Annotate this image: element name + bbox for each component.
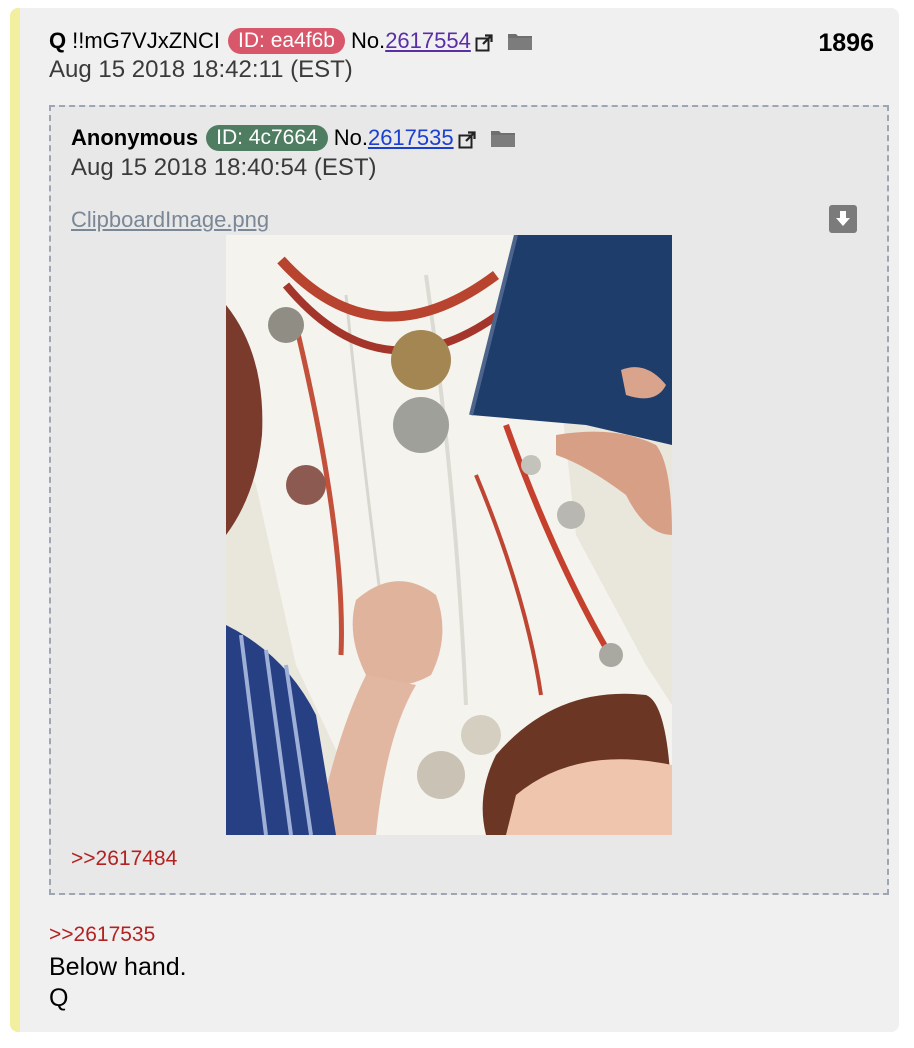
post-header: Q !!mG7VJxZNCI ID: ea4f6b No. 2617554 (49, 28, 533, 54)
quoted-post-header: Anonymous ID: 4c7664 No. 2617535 (71, 125, 516, 151)
quoted-post-number-link[interactable]: 2617535 (368, 125, 454, 151)
post-no-label: No. (350, 28, 386, 53)
post-body-line: Below hand. (49, 953, 187, 981)
post-signature: Q (49, 984, 69, 1012)
external-link-icon[interactable] (458, 129, 476, 149)
quoted-author-name: Anonymous (71, 125, 199, 150)
quoted-post: Anonymous ID: 4c7664 No. 2617535 Aug 15 … (49, 105, 889, 895)
download-icon[interactable] (829, 205, 857, 233)
quoted-no-label: No. (333, 125, 368, 150)
post-number-link[interactable]: 2617554 (385, 28, 471, 54)
folder-icon[interactable] (507, 31, 533, 51)
post-count: 1896 (818, 29, 874, 57)
post-date: Aug 15 2018 18:42:11 (EST) (49, 56, 353, 83)
tripcode: !!mG7VJxZNCI (72, 28, 221, 53)
id-badge[interactable]: ID: ea4f6b (228, 28, 345, 54)
reply-link[interactable]: >>2617535 (49, 923, 155, 947)
attachment-filename-link[interactable]: ClipboardImage.png (71, 207, 269, 233)
attachment-image[interactable] (226, 235, 672, 835)
quoted-backlink[interactable]: >>2617484 (71, 847, 177, 871)
post-container: Q !!mG7VJxZNCI ID: ea4f6b No. 2617554 18… (10, 8, 899, 1032)
external-link-icon[interactable] (475, 32, 493, 52)
folder-icon[interactable] (490, 128, 516, 148)
post-body: Below hand. Q (49, 952, 187, 1014)
author-name: Q (49, 28, 67, 53)
quoted-id-badge[interactable]: ID: 4c7664 (206, 125, 328, 151)
quoted-post-date: Aug 15 2018 18:40:54 (EST) (71, 154, 377, 181)
